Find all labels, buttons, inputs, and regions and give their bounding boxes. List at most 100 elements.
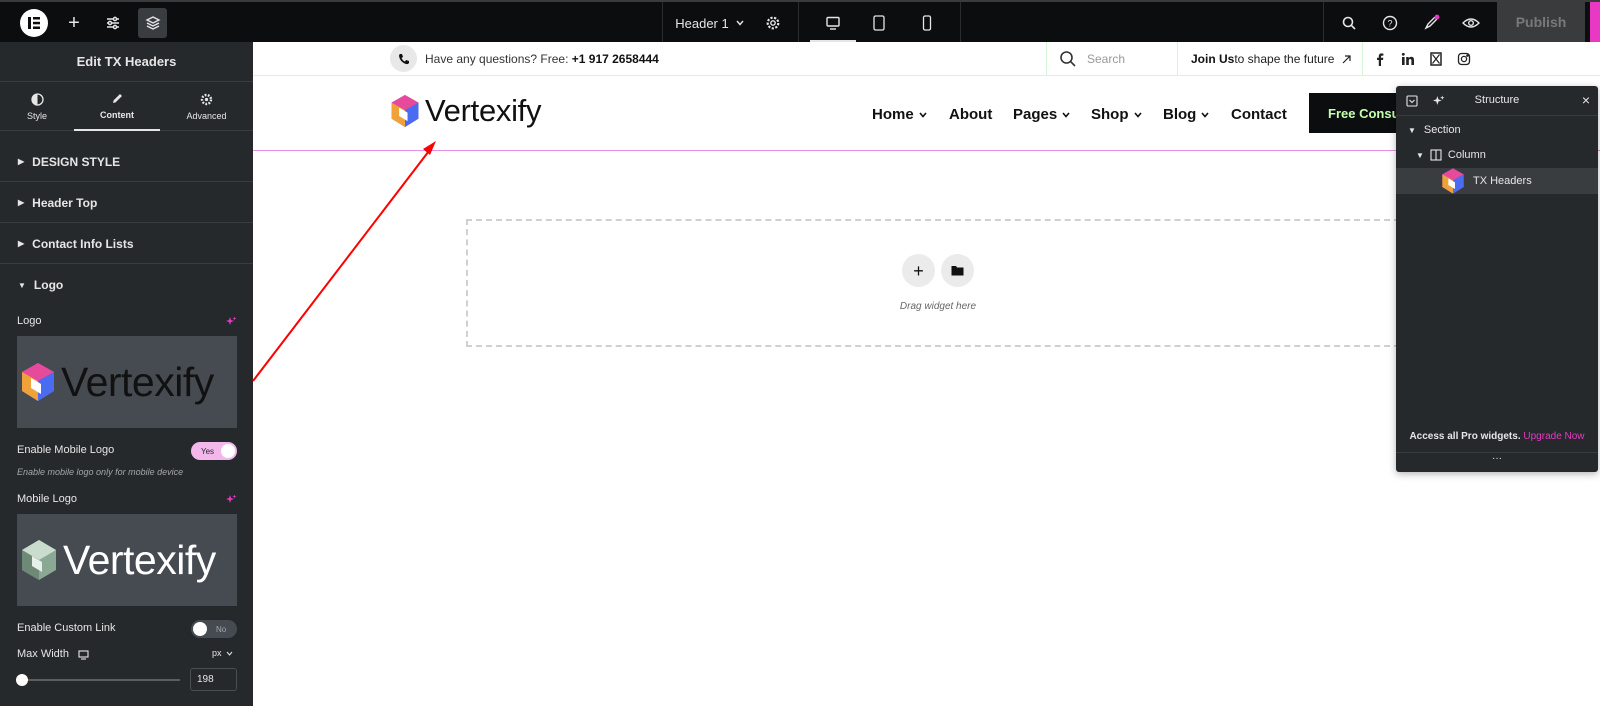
- folder-icon: [951, 266, 964, 276]
- join-us-link[interactable]: Join Us to shape the future: [1191, 52, 1352, 66]
- chevron-down-icon: [226, 651, 232, 656]
- nav-label: Contact: [1231, 106, 1287, 123]
- structure-item-column[interactable]: ▼ Column: [1396, 144, 1598, 166]
- close-icon[interactable]: ×: [1582, 92, 1590, 108]
- nav-home[interactable]: Home: [872, 106, 928, 123]
- tab-advanced[interactable]: Advanced: [160, 83, 253, 131]
- section-design-style[interactable]: ▶ DESIGN STYLE: [0, 142, 253, 182]
- add-element-button[interactable]: +: [60, 8, 88, 38]
- svg-text:?: ?: [1387, 19, 1392, 29]
- add-section-button[interactable]: +: [902, 254, 935, 287]
- social-icons: [1373, 52, 1471, 66]
- section-header-top[interactable]: ▶ Header Top: [0, 183, 253, 223]
- question-text: Have any questions? Free:: [425, 52, 572, 66]
- nav-label: Pages: [1013, 106, 1058, 123]
- section-logo[interactable]: ▼ Logo: [0, 265, 253, 305]
- plus-icon: +: [913, 260, 924, 281]
- logo-label: Logo: [17, 315, 42, 327]
- max-width-slider-track[interactable]: [22, 679, 180, 681]
- enable-mobile-logo-toggle[interactable]: Yes: [191, 442, 237, 460]
- free-consultation-button[interactable]: Free Consul: [1309, 93, 1409, 133]
- facebook-icon[interactable]: [1373, 52, 1387, 66]
- caret-down-icon: ▼: [1416, 150, 1424, 160]
- join-bold: Join Us: [1191, 52, 1235, 66]
- tab-label: Content: [100, 110, 134, 120]
- gear-icon: [766, 16, 780, 30]
- sliders-icon: [107, 16, 119, 30]
- nav-about[interactable]: About: [949, 106, 992, 123]
- enable-custom-link-toggle[interactable]: No: [191, 620, 237, 638]
- desktop-view-button[interactable]: [810, 8, 856, 38]
- caret-right-icon: ▶: [18, 239, 25, 248]
- preview-button[interactable]: [1458, 8, 1484, 38]
- instagram-icon[interactable]: [1457, 52, 1471, 66]
- ai-sparkle-icon[interactable]: [226, 494, 237, 505]
- page-selector[interactable]: Header 1: [674, 8, 746, 38]
- drop-zone[interactable]: [466, 219, 1400, 347]
- mobile-logo-label: Mobile Logo: [17, 493, 77, 505]
- nav-pages[interactable]: Pages: [1013, 106, 1071, 123]
- tab-label: Advanced: [186, 111, 227, 121]
- nav-label: Home: [872, 106, 914, 123]
- structure-label: TX Headers: [1473, 175, 1532, 187]
- chevron-down-icon: [1062, 111, 1070, 118]
- add-template-button[interactable]: [941, 254, 974, 287]
- phone-number[interactable]: +1 917 2658444: [572, 52, 659, 66]
- chevron-down-icon: [1201, 111, 1209, 118]
- resize-handle[interactable]: ···: [1396, 452, 1598, 472]
- search-icon: [1342, 16, 1356, 30]
- finder-button[interactable]: [1336, 8, 1362, 38]
- section-contact-info-lists[interactable]: ▶ Contact Info Lists: [0, 224, 253, 264]
- tab-style[interactable]: Style: [0, 83, 74, 131]
- nav-label: Blog: [1163, 106, 1197, 123]
- editor-panel: Edit TX Headers Style Content Advanced ▶…: [0, 42, 253, 706]
- page-settings-button[interactable]: [760, 8, 786, 38]
- enable-mobile-logo-label: Enable Mobile Logo: [17, 444, 115, 456]
- nav-contact[interactable]: Contact: [1231, 106, 1287, 123]
- caret-right-icon: ▶: [18, 157, 25, 166]
- gear-icon: [200, 93, 213, 106]
- upgrade-link[interactable]: Upgrade Now: [1523, 431, 1584, 442]
- max-width-input[interactable]: 198: [190, 668, 237, 691]
- tablet-view-button[interactable]: [856, 8, 902, 38]
- header-search[interactable]: Search: [1059, 50, 1125, 68]
- publish-button[interactable]: Publish: [1497, 2, 1585, 42]
- structure-label: Section: [1423, 124, 1461, 136]
- enable-custom-link-label: Enable Custom Link: [17, 622, 116, 634]
- site-logo[interactable]: Vertexify: [389, 93, 541, 129]
- whats-new-button[interactable]: [1418, 8, 1444, 38]
- structure-item-section[interactable]: ▼ Section: [1396, 119, 1598, 141]
- nav-label: Shop: [1091, 106, 1129, 123]
- brand-cube-logo: [22, 363, 54, 401]
- ai-sparkle-icon[interactable]: [226, 316, 237, 327]
- chevron-down-icon: [1133, 111, 1142, 118]
- structure-button[interactable]: [138, 8, 167, 38]
- nav-blog[interactable]: Blog: [1163, 106, 1210, 123]
- elementor-logo-icon[interactable]: [20, 9, 48, 37]
- structure-label: Column: [1447, 149, 1486, 161]
- panel-title: Edit TX Headers: [0, 42, 253, 82]
- structure-item-tx-headers[interactable]: TX Headers: [1396, 168, 1598, 194]
- mobile-view-button[interactable]: [904, 8, 950, 38]
- unit-selector[interactable]: px: [212, 648, 233, 658]
- mobile-logo-help-text: Enable mobile logo only for mobile devic…: [17, 467, 184, 477]
- linkedin-icon[interactable]: [1401, 52, 1415, 66]
- page-name: Header 1: [675, 15, 729, 31]
- mobile-logo-preview[interactable]: Vertexify: [17, 514, 237, 606]
- x-icon[interactable]: [1429, 52, 1443, 66]
- help-button[interactable]: ?: [1377, 8, 1403, 38]
- half-circle-icon: [30, 93, 44, 106]
- structure-panel: Structure × ▼ Section ▼ Column TX Header…: [1396, 86, 1598, 472]
- pencil-icon: [112, 94, 122, 103]
- logo-preview-text: Vertexify: [61, 358, 214, 405]
- tab-content[interactable]: Content: [74, 83, 160, 131]
- site-settings-button[interactable]: [99, 8, 127, 38]
- logo-preview[interactable]: Vertexify: [17, 336, 237, 428]
- chevron-down-icon: [736, 20, 744, 26]
- panel-tabs: Style Content Advanced: [0, 83, 253, 131]
- desktop-icon[interactable]: [78, 650, 89, 660]
- editor-topbar: + Header 1 ? Publish: [0, 0, 1600, 42]
- plus-icon: +: [68, 12, 80, 34]
- max-width-slider-handle[interactable]: [16, 674, 28, 686]
- nav-shop[interactable]: Shop: [1091, 106, 1143, 123]
